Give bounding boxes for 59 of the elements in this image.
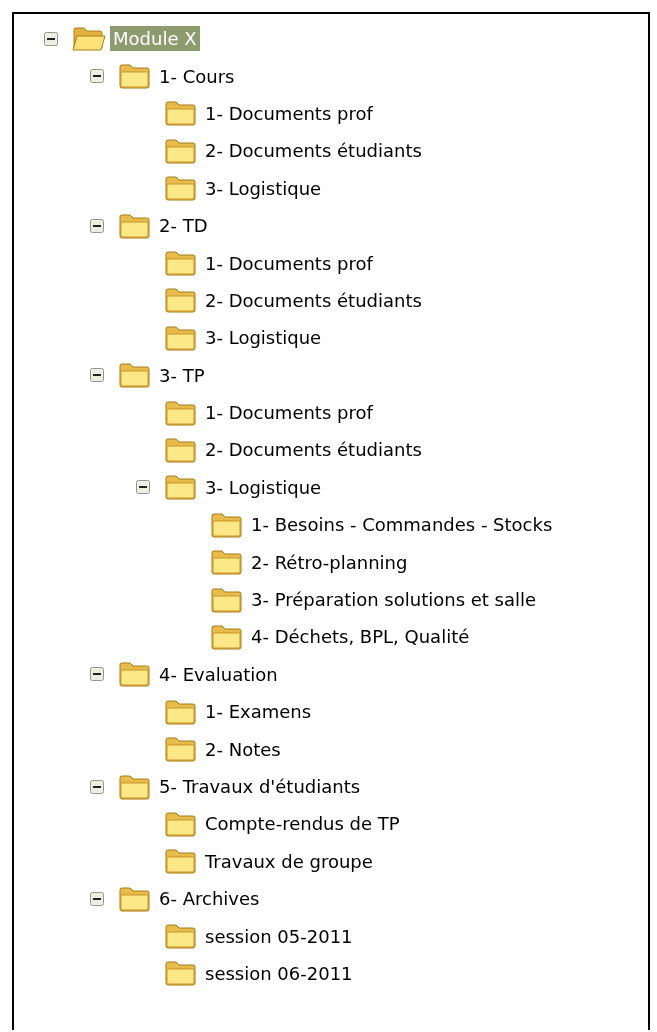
folder-label[interactable]: 3- Logistique: [202, 325, 325, 351]
folder-icon: [118, 63, 152, 90]
folder-icon: [164, 437, 198, 463]
folder-label[interactable]: 1- Documents prof: [202, 400, 376, 426]
collapse-icon[interactable]: [90, 218, 104, 233]
folder-label[interactable]: 2- Documents étudiants: [202, 287, 425, 313]
folder-icon: [164, 736, 198, 763]
folder-icon: [164, 324, 198, 351]
folder-icon: [118, 885, 152, 912]
folder-icon: [164, 923, 198, 950]
collapse-icon[interactable]: [44, 31, 58, 46]
folder-icon: [164, 474, 198, 501]
folder-icon: [164, 399, 198, 426]
folder-label[interactable]: 2- Documents étudiants: [202, 437, 425, 463]
folder-label[interactable]: 5- Travaux d'étudiants: [156, 774, 364, 799]
folder-icon: [118, 362, 152, 389]
folder-icon: [210, 511, 244, 538]
folder-label[interactable]: 1- Besoins - Commandes - Stocks: [248, 512, 556, 538]
folder-label[interactable]: 1- Cours: [156, 63, 238, 89]
collapse-icon[interactable]: [90, 779, 104, 794]
folder-label[interactable]: 3- Préparation solutions et salle: [248, 587, 540, 613]
folder-label[interactable]: 4- Déchets, BPL, Qualité: [248, 624, 473, 650]
collapse-icon[interactable]: [90, 667, 104, 682]
folder-label[interactable]: 2- Notes: [202, 736, 284, 762]
folder-icon: [164, 960, 198, 987]
folder-icon: [164, 137, 198, 164]
folder-icon: [118, 661, 152, 688]
folder-label[interactable]: Travaux de groupe: [202, 848, 376, 874]
folder-icon: [164, 100, 198, 127]
folder-icon: [164, 175, 198, 202]
folder-icon: [210, 549, 244, 576]
collapse-icon[interactable]: [90, 69, 104, 84]
folder-icon: [164, 810, 198, 837]
folder-label[interactable]: 3- TP: [156, 362, 208, 388]
folder-icon: [210, 623, 244, 650]
collapse-icon[interactable]: [90, 368, 104, 383]
folder-icon: [164, 250, 198, 277]
folder-label[interactable]: 3- Logistique: [202, 175, 325, 201]
folder-label[interactable]: 1- Documents prof: [202, 250, 376, 276]
folder-icon: [210, 586, 244, 613]
folder-label[interactable]: session 05-2011: [202, 923, 356, 949]
folder-label[interactable]: Compte-rendus de TP: [202, 811, 403, 837]
collapse-icon[interactable]: [136, 480, 150, 495]
folder-label[interactable]: 1- Documents prof: [202, 100, 376, 126]
open-folder-icon: [72, 25, 106, 52]
folder-icon: [118, 773, 152, 800]
folder-label[interactable]: 3- Logistique: [202, 474, 325, 500]
folder-label[interactable]: 6- Archives: [156, 886, 263, 912]
folder-icon: [164, 848, 198, 875]
folder-icon: [118, 212, 152, 239]
collapse-icon[interactable]: [90, 891, 104, 906]
folder-icon: [164, 698, 198, 725]
folder-label[interactable]: 1- Examens: [202, 699, 315, 725]
folder-icon: [164, 287, 198, 314]
folder-label[interactable]: 2- TD: [156, 213, 211, 239]
folder-label[interactable]: 2- Rétro-planning: [248, 549, 411, 575]
folder-label[interactable]: 2- Documents étudiants: [202, 138, 425, 164]
folder-label[interactable]: 4- Evaluation: [156, 661, 281, 687]
folder-label[interactable]: session 06-2011: [202, 960, 356, 986]
